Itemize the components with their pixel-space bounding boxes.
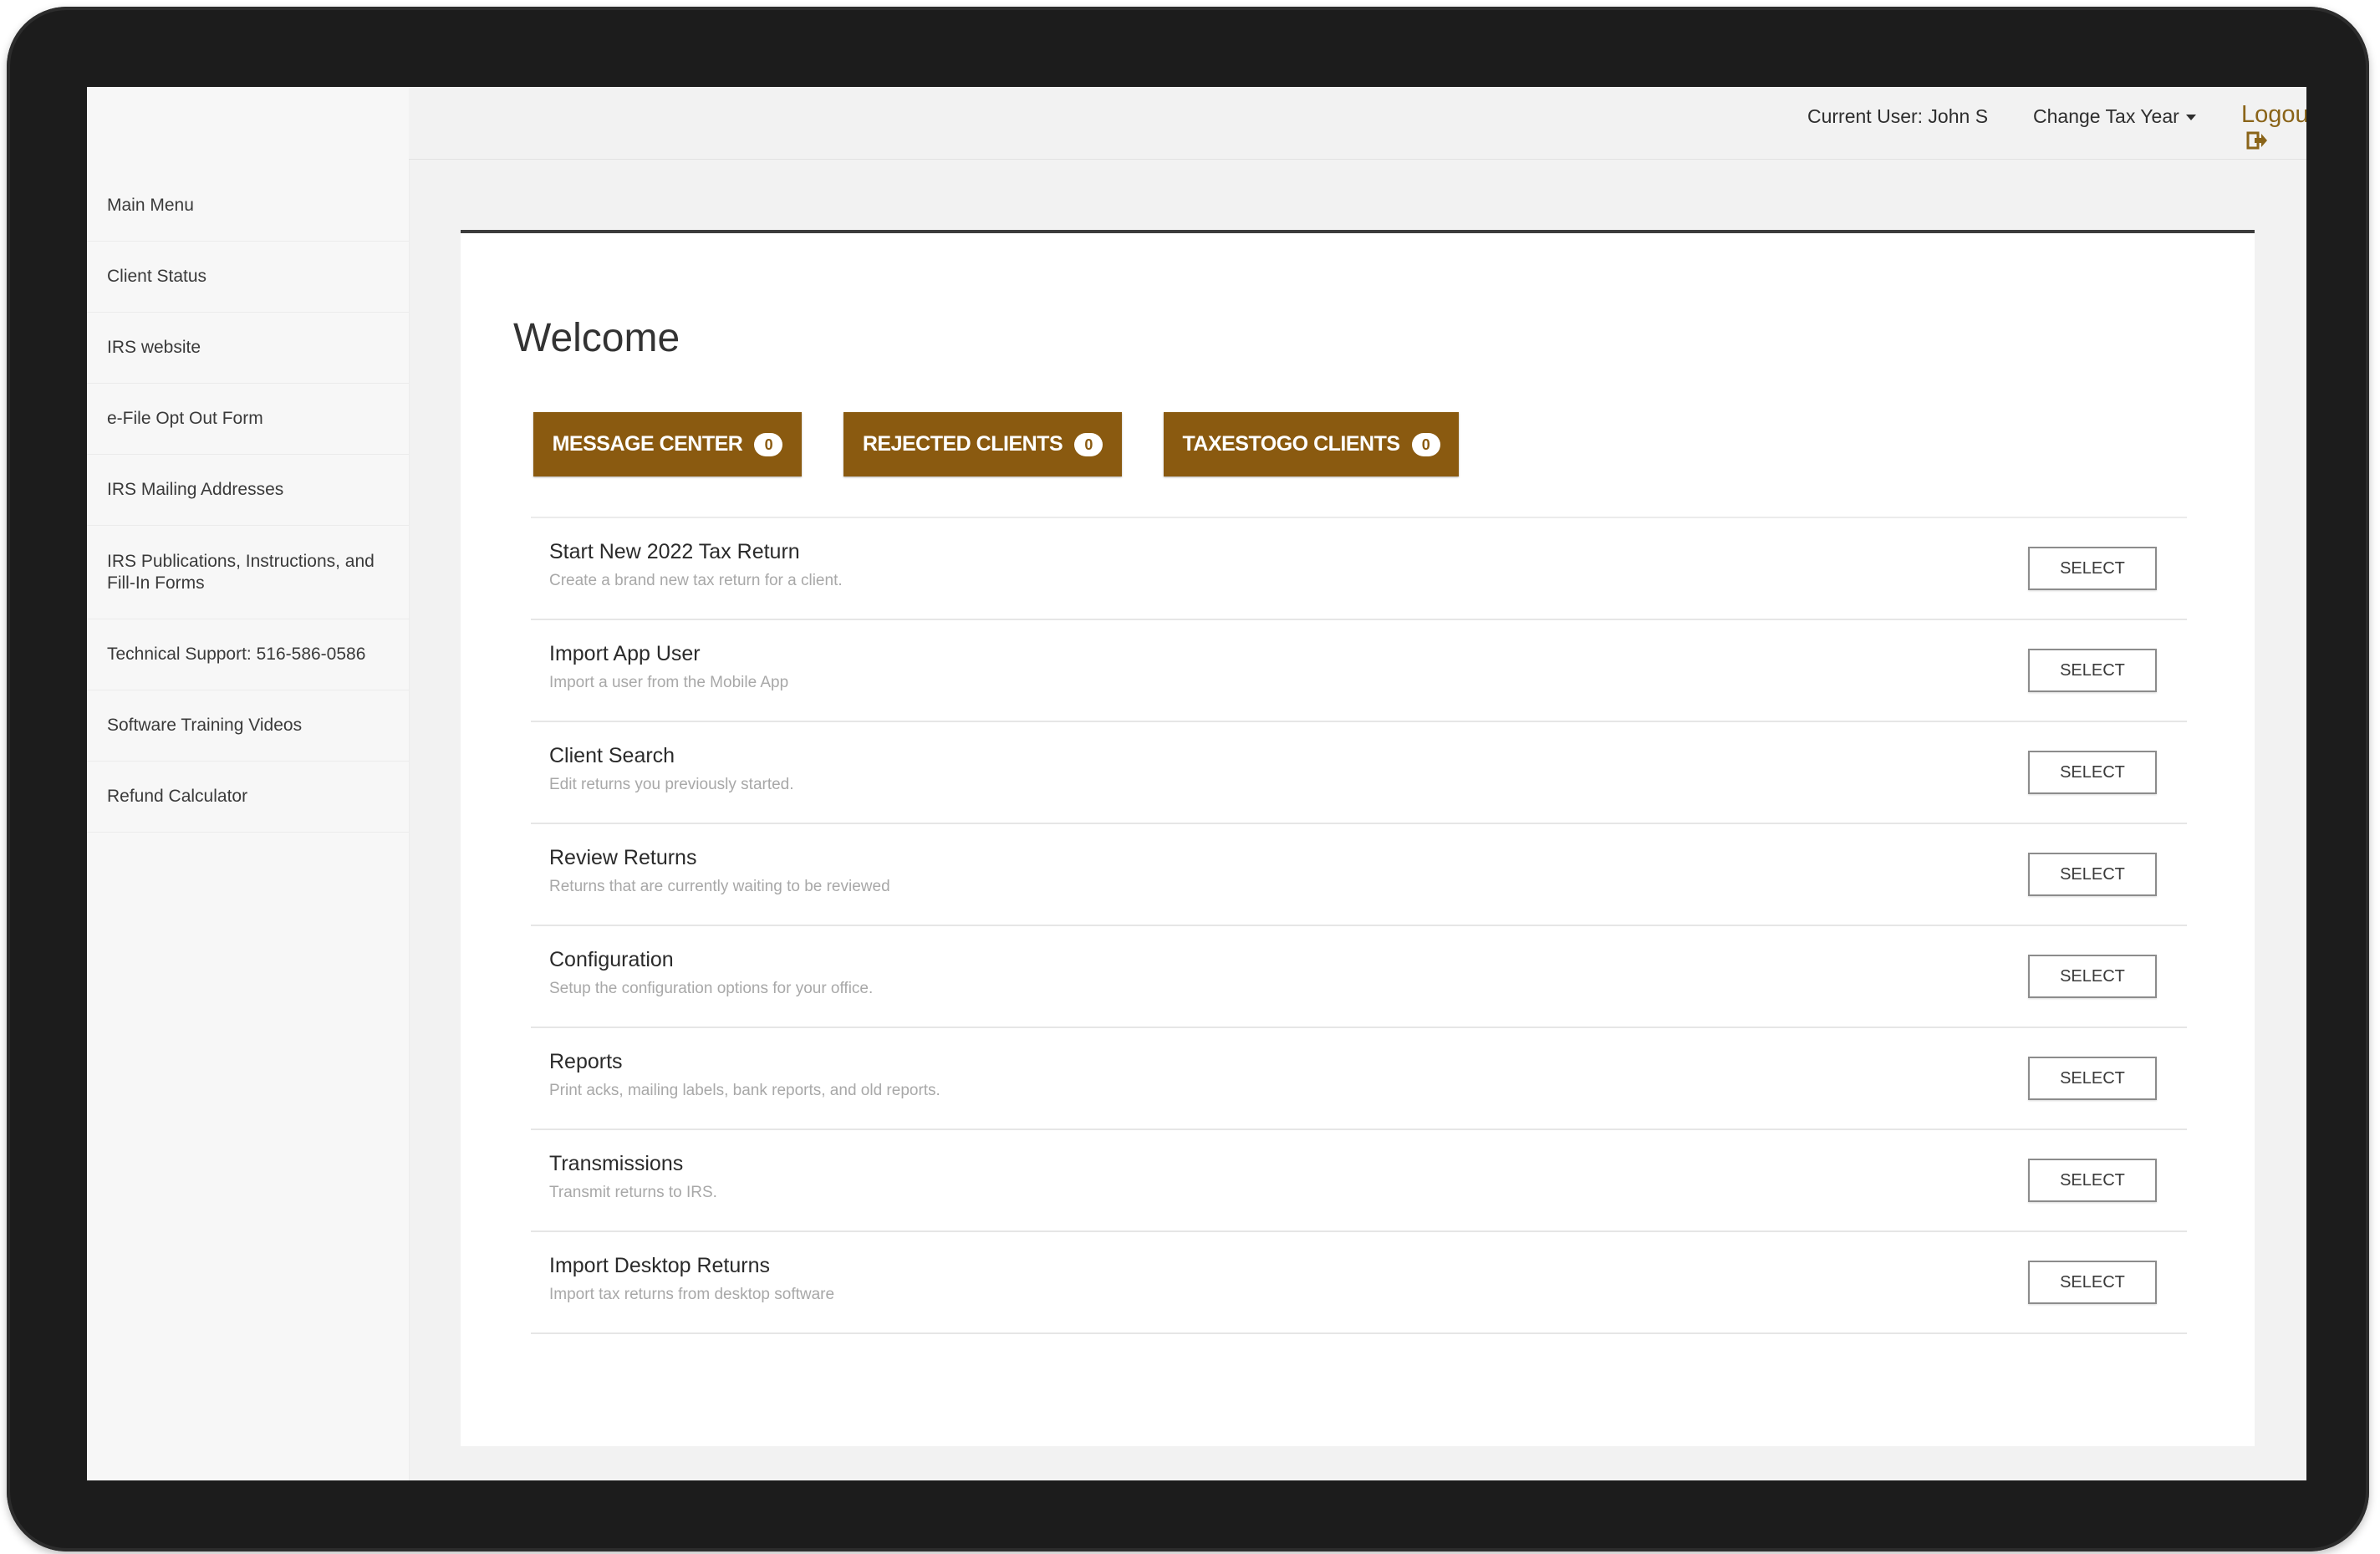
- row-title: Configuration: [549, 948, 674, 971]
- row-description: Setup the configuration options for your…: [549, 980, 874, 997]
- row-title: Start New 2022 Tax Return: [549, 540, 800, 563]
- row-title: Transmissions: [549, 1152, 684, 1175]
- list-item: Configuration Setup the configuration op…: [531, 926, 2187, 1028]
- select-button[interactable]: SELECT: [2028, 751, 2157, 794]
- page-title: Welcome: [513, 316, 680, 360]
- list-item: Import Desktop Returns Import tax return…: [531, 1232, 2187, 1334]
- sidebar-item-irs-website[interactable]: IRS website: [87, 313, 409, 384]
- main-panel: Welcome MESSAGE CENTER 0 REJECTED CLIENT…: [461, 230, 2255, 1446]
- list-item: Reports Print acks, mailing labels, bank…: [531, 1028, 2187, 1130]
- sidebar-item-label: Client Status: [107, 267, 207, 286]
- list-item: Transmissions Transmit returns to IRS. S…: [531, 1130, 2187, 1232]
- sidebar-item-irs-mailing-addresses[interactable]: IRS Mailing Addresses: [87, 455, 409, 526]
- sidebar-item-label: IRS Publications, Instructions, and Fill…: [107, 551, 375, 593]
- list-item: Start New 2022 Tax Return Create a brand…: [531, 518, 2187, 620]
- caret-down-icon: [2185, 115, 2196, 121]
- sidebar-item-training-videos[interactable]: Software Training Videos: [87, 690, 409, 762]
- row-description: Transmit returns to IRS.: [549, 1184, 717, 1201]
- sidebar-item-label: Main Menu: [107, 196, 194, 215]
- rejected-clients-button[interactable]: REJECTED CLIENTS 0: [843, 412, 1122, 476]
- row-title: Import Desktop Returns: [549, 1254, 770, 1277]
- sidebar-item-irs-publications[interactable]: IRS Publications, Instructions, and Fill…: [87, 526, 409, 619]
- list-item: Review Returns Returns that are currentl…: [531, 824, 2187, 926]
- select-button[interactable]: SELECT: [2028, 547, 2157, 590]
- row-title: Reports: [549, 1050, 623, 1073]
- sidebar-item-label: Technical Support: 516-586-0586: [107, 645, 366, 664]
- row-description: Returns that are currently waiting to be…: [549, 878, 890, 895]
- row-description: Edit returns you previously started.: [549, 776, 794, 793]
- current-user-label: Current User: John S: [1807, 105, 1989, 127]
- main-menu-list: Start New 2022 Tax Return Create a brand…: [531, 517, 2187, 1334]
- sidebar: Main Menu Client Status IRS website e-Fi…: [87, 87, 410, 1480]
- row-title: Review Returns: [549, 846, 697, 869]
- select-button[interactable]: SELECT: [2028, 853, 2157, 896]
- taxestogo-clients-label: TAXESTOGO CLIENTS: [1182, 432, 1400, 456]
- sidebar-item-main-menu[interactable]: Main Menu: [87, 171, 409, 242]
- top-bar: Current User: John S Change Tax Year Log…: [409, 87, 2306, 160]
- logout-link[interactable]: Logout: [2241, 101, 2306, 157]
- sidebar-item-label: Software Training Videos: [107, 716, 303, 735]
- logout-icon: [2246, 130, 2268, 157]
- rejected-clients-count-badge: 0: [1074, 432, 1103, 456]
- tablet-frame: Main Menu Client Status IRS website e-Fi…: [7, 7, 2369, 1551]
- taxestogo-clients-count-badge: 0: [1411, 432, 1440, 456]
- change-tax-year-dropdown[interactable]: Change Tax Year: [2033, 105, 2196, 128]
- message-center-label: MESSAGE CENTER: [552, 432, 743, 456]
- taxestogo-clients-button[interactable]: TAXESTOGO CLIENTS 0: [1164, 412, 1459, 476]
- sidebar-item-client-status[interactable]: Client Status: [87, 242, 409, 313]
- row-title: Import App User: [549, 642, 701, 665]
- select-button[interactable]: SELECT: [2028, 1057, 2157, 1100]
- row-description: Create a brand new tax return for a clie…: [549, 572, 843, 589]
- sidebar-item-label: IRS Mailing Addresses: [107, 480, 284, 499]
- select-button[interactable]: SELECT: [2028, 649, 2157, 692]
- sidebar-item-label: e-File Opt Out Form: [107, 409, 263, 428]
- sidebar-logo-area: [87, 87, 409, 171]
- sidebar-item-efile-opt-out[interactable]: e-File Opt Out Form: [87, 384, 409, 455]
- list-item: Client Search Edit returns you previousl…: [531, 722, 2187, 824]
- row-description: Import tax returns from desktop software: [549, 1286, 835, 1303]
- row-title: Client Search: [549, 744, 675, 767]
- select-button[interactable]: SELECT: [2028, 1159, 2157, 1202]
- rejected-clients-label: REJECTED CLIENTS: [862, 432, 1063, 456]
- row-description: Print acks, mailing labels, bank reports…: [549, 1082, 940, 1099]
- logout-label: Logout: [2241, 101, 2306, 128]
- sidebar-item-technical-support[interactable]: Technical Support: 516-586-0586: [87, 619, 409, 690]
- row-description: Import a user from the Mobile App: [549, 674, 789, 691]
- select-button[interactable]: SELECT: [2028, 955, 2157, 998]
- change-tax-year-label: Change Tax Year: [2033, 105, 2179, 127]
- app-screen: Main Menu Client Status IRS website e-Fi…: [87, 87, 2306, 1480]
- message-center-count-badge: 0: [754, 432, 783, 456]
- list-item: Import App User Import a user from the M…: [531, 620, 2187, 722]
- sidebar-item-label: Refund Calculator: [107, 787, 248, 806]
- sidebar-item-label: IRS website: [107, 338, 201, 357]
- message-center-button[interactable]: MESSAGE CENTER 0: [533, 412, 802, 476]
- sidebar-item-refund-calculator[interactable]: Refund Calculator: [87, 762, 409, 833]
- select-button[interactable]: SELECT: [2028, 1261, 2157, 1304]
